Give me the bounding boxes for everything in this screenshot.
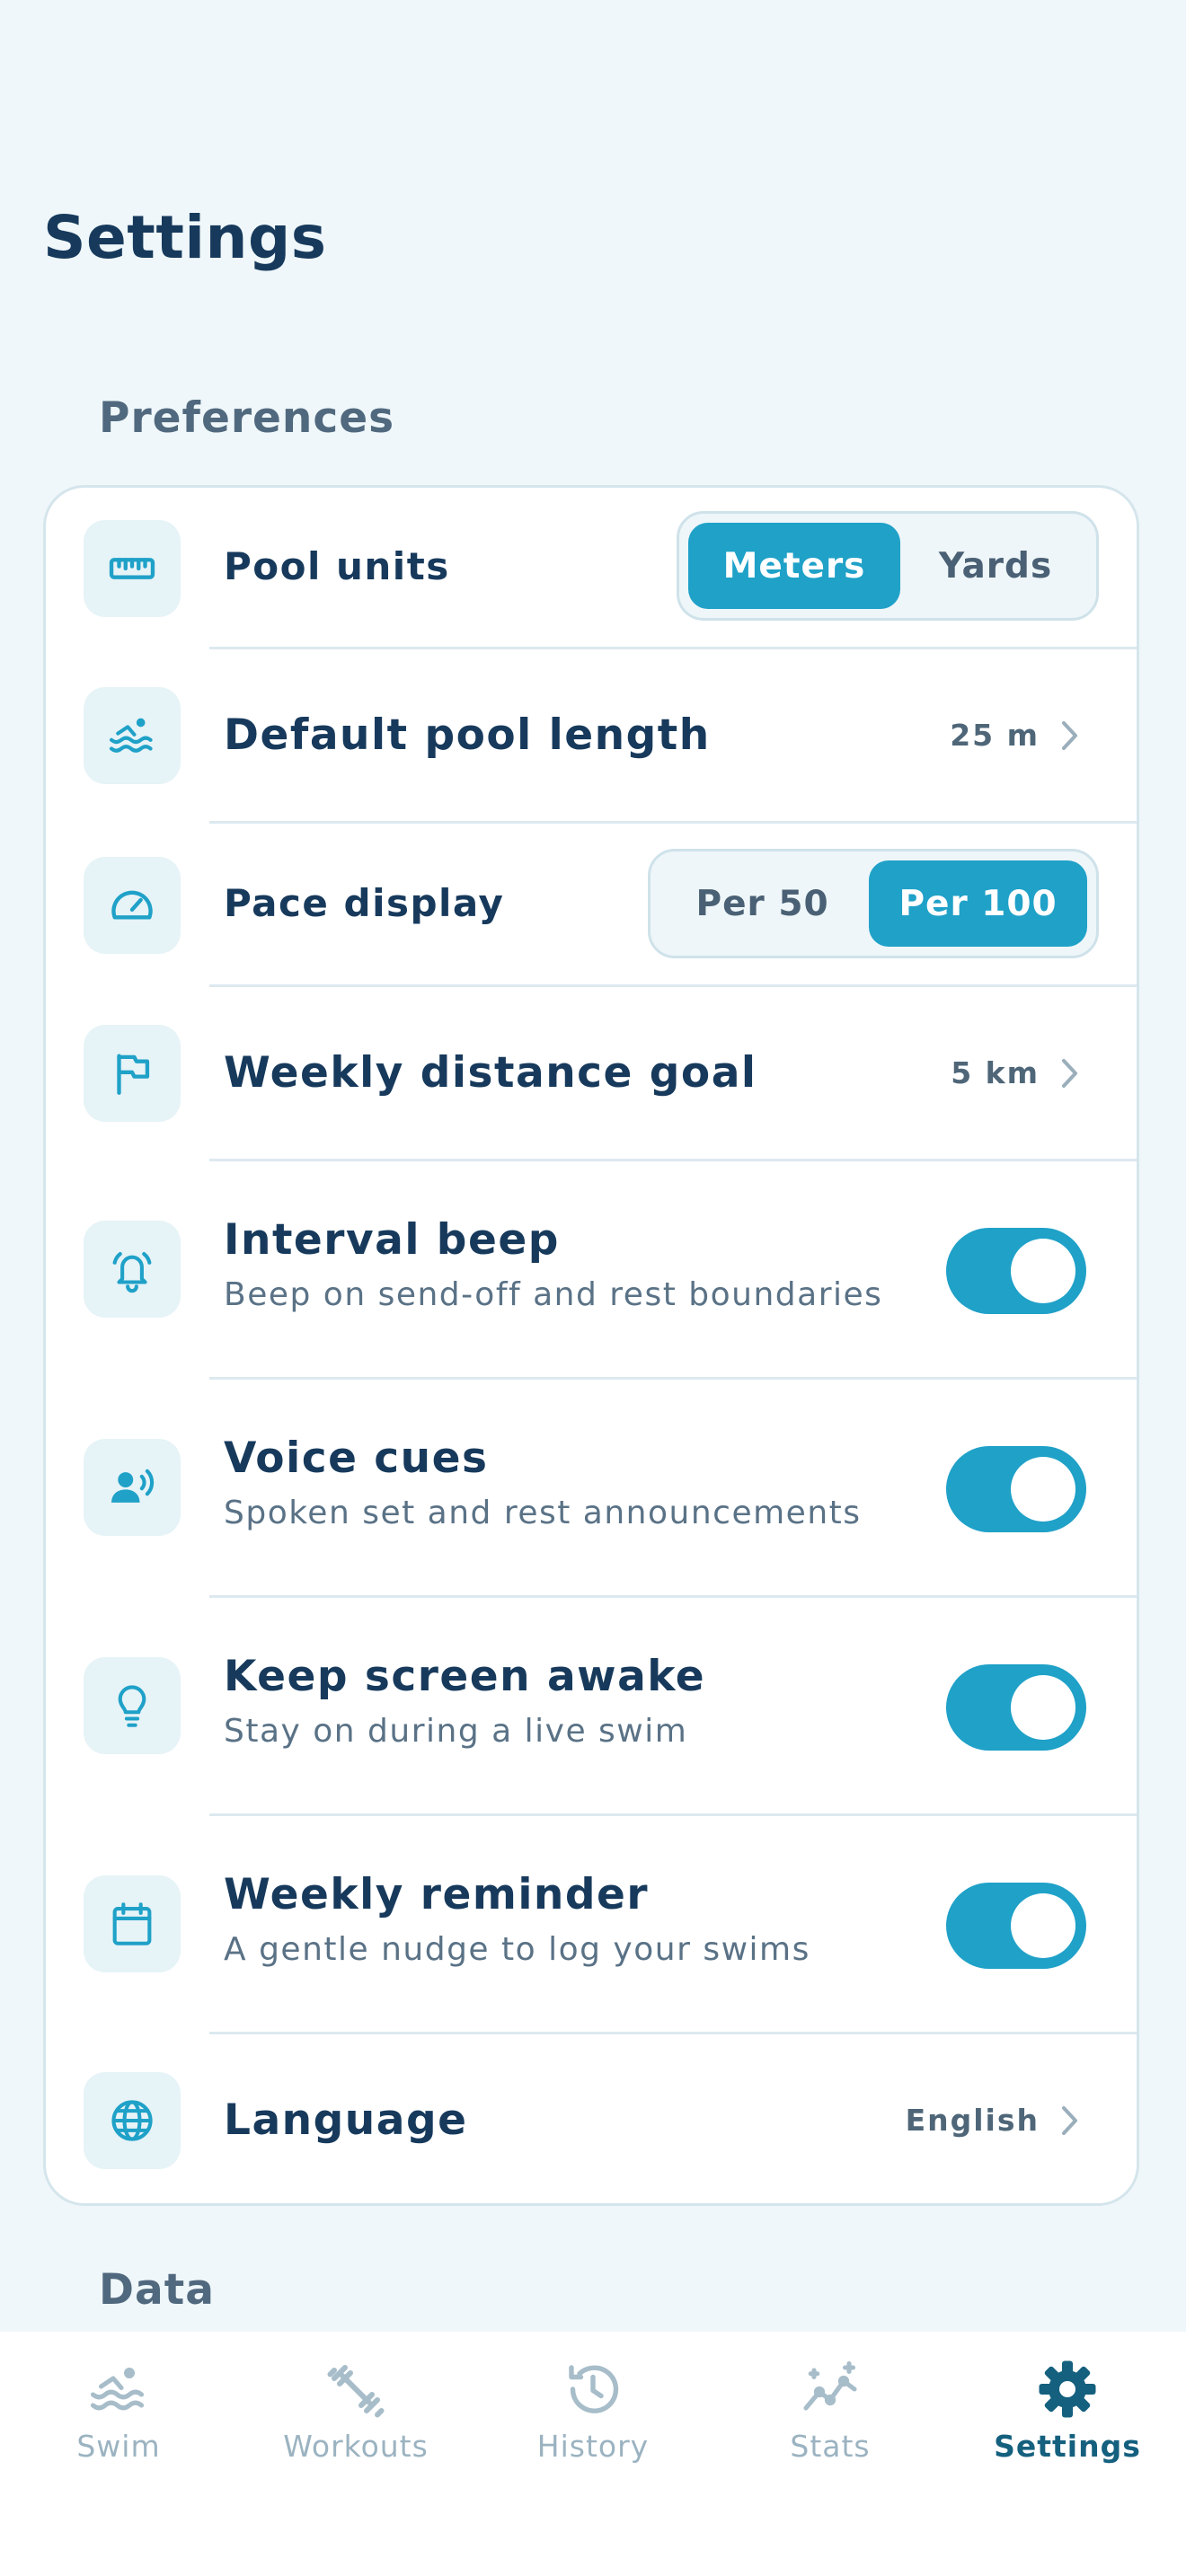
screen-awake-row: Keep screen awake Stay on during a live … <box>46 1598 1137 1816</box>
tab-label: Swim <box>76 2429 161 2464</box>
swimmer-icon <box>84 687 181 784</box>
history-icon <box>569 2365 619 2413</box>
toggle-knob <box>1011 1239 1075 1303</box>
gear-icon <box>1039 2360 1096 2418</box>
pool-units-row: Pool units Meters Yards <box>46 488 1137 649</box>
tab-label: Settings <box>994 2429 1141 2464</box>
segment-per-100[interactable]: Per 100 <box>869 860 1087 947</box>
segment-yards[interactable]: Yards <box>904 523 1087 609</box>
flag-icon <box>84 1025 181 1122</box>
tab-workouts[interactable]: Workouts <box>237 2357 474 2464</box>
interval-beep-title: Interval beep <box>224 1215 560 1265</box>
weekly-reminder-subtitle: A gentle nudge to log your swims <box>224 1931 810 1968</box>
weekly-reminder-row: Weekly reminder A gentle nudge to log yo… <box>46 1816 1137 2034</box>
person-speaking-icon <box>84 1439 181 1536</box>
voice-cues-title: Voice cues <box>224 1434 489 1483</box>
pool-units-segmented: Meters Yards <box>677 511 1099 621</box>
screen-awake-title: Keep screen awake <box>224 1652 706 1701</box>
distance-goal-value-group: 5 km <box>951 1055 1081 1090</box>
pace-display-segmented: Per 50 Per 100 <box>648 849 1099 958</box>
toggle-knob <box>1011 1457 1075 1522</box>
interval-beep-subtitle: Beep on send-off and rest boundaries <box>224 1276 883 1313</box>
tab-label: History <box>536 2429 650 2464</box>
weekly-reminder-toggle[interactable] <box>946 1883 1086 1969</box>
voice-cues-toggle[interactable] <box>946 1446 1086 1532</box>
toggle-knob <box>1011 1893 1075 1958</box>
tab-history[interactable]: History <box>474 2357 712 2464</box>
tab-bar: Swim Workouts History Stats Settings <box>0 2332 1186 2576</box>
tab-label: Workouts <box>283 2429 429 2464</box>
distance-goal-row[interactable]: Weekly distance goal 5 km <box>46 987 1137 1161</box>
preferences-card: Pool units Meters Yards Default pool len… <box>43 485 1139 2206</box>
tab-stats[interactable]: Stats <box>712 2357 949 2464</box>
pace-display-title: Pace display <box>224 881 505 925</box>
stats-sparkle-icon <box>803 2360 857 2411</box>
tab-label: Stats <box>790 2429 871 2464</box>
interval-beep-row: Interval beep Beep on send-off and rest … <box>46 1161 1137 1380</box>
language-value: English <box>905 2103 1040 2138</box>
lightbulb-icon <box>84 1657 181 1754</box>
segment-per-50[interactable]: Per 50 <box>659 860 865 947</box>
bell-ringing-icon <box>84 1221 181 1318</box>
pool-length-row[interactable]: Default pool length 25 m <box>46 649 1137 824</box>
pool-length-value-group: 25 m <box>950 718 1081 753</box>
tab-settings[interactable]: Settings <box>949 2357 1186 2464</box>
segment-meters[interactable]: Meters <box>688 523 900 609</box>
chevron-right-icon <box>1062 2105 1077 2135</box>
pace-display-row: Pace display Per 50 Per 100 <box>46 824 1137 987</box>
interval-beep-toggle[interactable] <box>946 1228 1086 1314</box>
language-value-group: English <box>906 2103 1081 2138</box>
screen-awake-subtitle: Stay on during a live swim <box>224 1713 688 1750</box>
voice-cues-subtitle: Spoken set and rest announcements <box>224 1495 862 1531</box>
dumbbell-icon <box>327 2365 385 2418</box>
pool-units-title: Pool units <box>224 544 450 588</box>
voice-cues-row: Voice cues Spoken set and rest announcem… <box>46 1380 1137 1598</box>
section-label-data: Data <box>99 2265 215 2315</box>
screen-awake-toggle[interactable] <box>946 1664 1086 1751</box>
section-label-preferences: Preferences <box>99 393 395 443</box>
language-row[interactable]: Language English <box>46 2034 1137 2203</box>
language-title: Language <box>224 2095 468 2145</box>
chevron-right-icon <box>1062 1058 1077 1088</box>
chevron-right-icon <box>1062 720 1077 750</box>
pool-length-title: Default pool length <box>224 710 711 760</box>
speedometer-icon <box>84 857 181 954</box>
toggle-knob <box>1011 1675 1075 1740</box>
page-title: Settings <box>43 203 327 272</box>
calendar-icon <box>84 1875 181 1972</box>
swimmer-icon <box>90 2368 145 2411</box>
weekly-reminder-title: Weekly reminder <box>224 1870 650 1919</box>
ruler-icon <box>84 520 181 617</box>
distance-goal-value: 5 km <box>951 1055 1040 1090</box>
distance-goal-title: Weekly distance goal <box>224 1048 757 1098</box>
pool-length-value: 25 m <box>950 718 1040 753</box>
globe-icon <box>84 2072 181 2169</box>
tab-swim[interactable]: Swim <box>0 2357 237 2464</box>
